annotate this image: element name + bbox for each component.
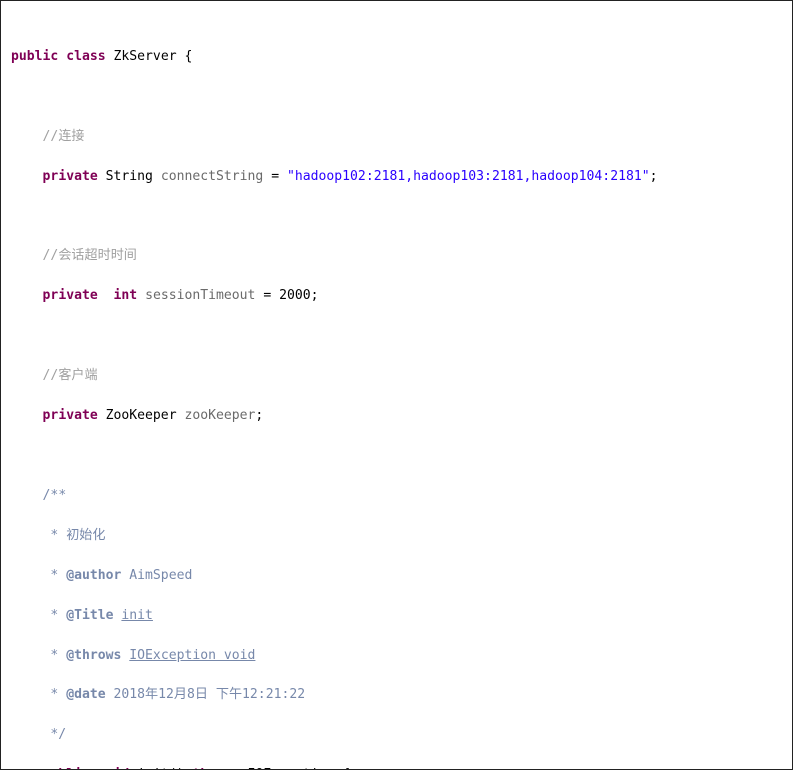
code-line: * 初始化 (50, 527, 106, 543)
line-comment-connect: //连接 (42, 128, 85, 144)
code-line: /** (42, 487, 67, 503)
javadoc-tag-title: @Title (66, 607, 114, 623)
code-line: * @Title init (50, 607, 153, 623)
code-line: * @date 2018年12月8日 下午12:21:22 (50, 687, 306, 703)
string-connect-string: "hadoop102:2181,hadoop103:2181,hadoop104… (286, 168, 650, 184)
java-source-code[interactable]: public class ZkServer { //连接 private Str… (5, 7, 788, 769)
code-line: private ZooKeeper zooKeeper; (42, 408, 264, 424)
javadoc-tag-date: @date (66, 687, 106, 703)
code-line: //会话超时时间 (11, 246, 788, 266)
code-viewer: public class ZkServer { //连接 private Str… (0, 0, 793, 770)
code-line: private String connectString = "hadoop10… (42, 168, 658, 184)
line-comment-client: //客户端 (42, 368, 98, 384)
code-line: //连接 (11, 127, 788, 147)
code-line: //客户端 (11, 366, 788, 386)
code-line: private int sessionTimeout = 2000; (42, 288, 319, 304)
javadoc-tag-throws: @throws (66, 647, 122, 663)
javadoc-tag-author: @author (66, 567, 122, 583)
javadoc-link-init: init (121, 607, 153, 623)
code-line: */ (50, 727, 67, 743)
code-line: public void init() throws IOException { (11, 765, 788, 769)
code-line: * @throws IOException void (50, 647, 256, 663)
code-line: * @author AimSpeed (50, 567, 193, 583)
line-comment-session-timeout: //会话超时时间 (42, 248, 137, 264)
javadoc-link-ioexception: IOException void (129, 647, 256, 663)
code-line: public class ZkServer { (11, 48, 193, 64)
